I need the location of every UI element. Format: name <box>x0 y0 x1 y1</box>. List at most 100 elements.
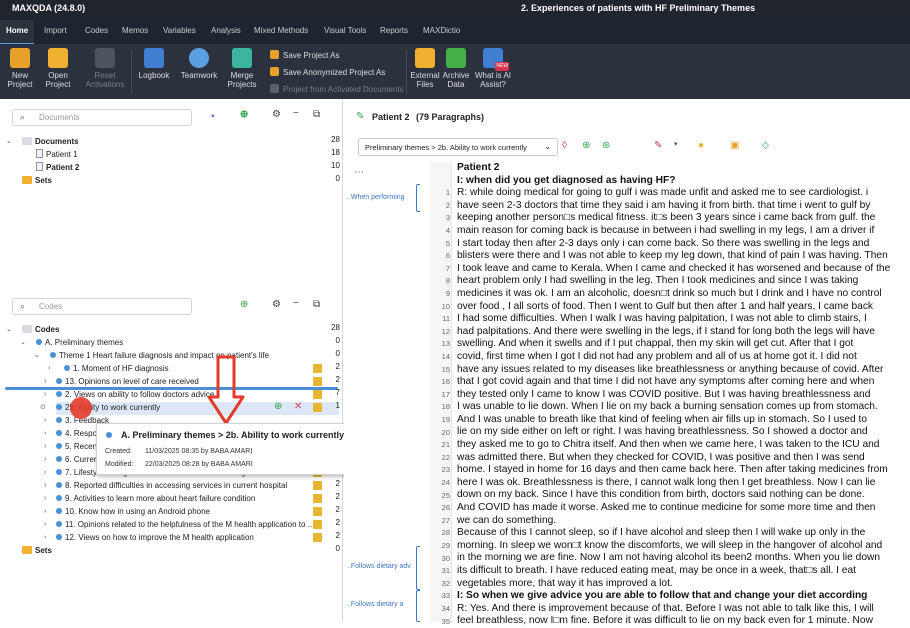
tab-memos[interactable]: Memos <box>122 26 148 35</box>
paragraph-line[interactable]: I: when did you get diagnosed as having … <box>457 175 910 188</box>
chevron-right-icon[interactable]: › <box>44 518 46 531</box>
segment-label[interactable]: ..Follows dietary a <box>347 601 403 608</box>
project-from-activated-button[interactable]: Project from Activated Documents <box>270 84 404 94</box>
add-document-icon[interactable]: ⊕ <box>240 109 248 120</box>
memo-icon[interactable] <box>313 364 322 373</box>
paragraph-line[interactable]: Patient 2 <box>457 162 910 175</box>
paragraph-line[interactable]: Because of this I cannot sleep, so if I … <box>457 527 910 540</box>
segment-label[interactable]: ..Follows dietary adv <box>347 563 411 570</box>
paragraph-line[interactable]: And COVID has made it worse. Asked me to… <box>457 502 910 515</box>
segment-bracket[interactable] <box>416 546 420 590</box>
tab-visual-tools[interactable]: Visual Tools <box>324 26 366 35</box>
chevron-right-icon[interactable]: › <box>44 492 46 505</box>
paragraph-line[interactable]: medicines it was ok. I am an alcoholic, … <box>457 288 910 301</box>
paragraph-line[interactable]: blisters were there and I was not able t… <box>457 250 910 263</box>
segment-label[interactable]: ..When performing <box>347 194 405 201</box>
memo-icon[interactable] <box>313 533 322 542</box>
new-project-button[interactable]: New Project <box>4 44 36 89</box>
paragraph-line[interactable]: covid, first time when I got I did not h… <box>457 351 910 364</box>
paragraph-line[interactable]: have any issues related to my diseases l… <box>457 364 910 377</box>
tab-home[interactable]: Home <box>0 20 35 45</box>
paragraph-line[interactable]: main reason for coming back is because i… <box>457 225 910 238</box>
reset-activations-button[interactable]: Reset Activations <box>82 44 128 89</box>
delete-icon[interactable]: ✕ <box>294 401 302 412</box>
code-add-icon[interactable]: ⊕ <box>582 140 590 151</box>
save-project-as-button[interactable]: Save Project As <box>270 50 339 60</box>
paragraph-line[interactable]: here I was ok. Breathlessness is there, … <box>457 477 910 490</box>
memo-icon[interactable] <box>313 507 322 516</box>
tab-mixed-methods[interactable]: Mixed Methods <box>254 26 308 35</box>
paragraph-line[interactable]: I was unable to lie down. When I lie on … <box>457 401 910 414</box>
chevron-right-icon[interactable]: › <box>44 427 46 440</box>
paragraph-line[interactable]: heart problem only I had swelling in the… <box>457 275 910 288</box>
memo-add-icon[interactable]: ▣ <box>730 140 739 151</box>
highlight-icon[interactable]: ✎ <box>654 140 662 151</box>
add-code-icon[interactable]: ⊕ <box>240 299 248 310</box>
add-subcode-icon[interactable]: ⊕ <box>274 401 282 412</box>
gear-icon[interactable]: ⚙ <box>272 299 281 310</box>
paragraph-line[interactable]: over food , I all sorts of food. Then I … <box>457 301 910 314</box>
memo-icon[interactable] <box>313 520 322 529</box>
paragraph-line[interactable]: they tested only I came to know I was CO… <box>457 389 910 402</box>
chevron-right-icon[interactable]: ⊙ <box>40 401 46 414</box>
paragraph-line[interactable]: had palpitations. And there were swellin… <box>457 326 910 339</box>
external-files-button[interactable]: External Files <box>410 44 440 89</box>
chevron-right-icon[interactable]: › <box>44 505 46 518</box>
chevron-right-icon[interactable]: › <box>44 466 46 479</box>
chevron-down-icon[interactable]: ⌄ <box>6 135 12 148</box>
paragraph-line[interactable]: keeping another person□s medical fitness… <box>457 212 910 225</box>
emoji-icon[interactable]: ● <box>698 140 704 151</box>
tag-icon[interactable]: ⬦ <box>762 140 769 151</box>
chevron-down-icon[interactable]: ⌄ <box>34 349 40 362</box>
memo-icon[interactable] <box>313 494 322 503</box>
chevron-right-icon[interactable]: › <box>44 414 46 427</box>
memo-icon[interactable] <box>313 390 322 399</box>
paragraph-line[interactable]: have seen 2-3 doctors that time they sai… <box>457 200 910 213</box>
tab-import[interactable]: Import <box>44 26 67 35</box>
tab-codes[interactable]: Codes <box>85 26 108 35</box>
paragraph-line[interactable]: And I was unable to breath like that kin… <box>457 414 910 427</box>
paragraph-line[interactable]: I took leave and came to Kerala. When I … <box>457 263 910 276</box>
logbook-button[interactable]: Logbook <box>136 44 172 80</box>
code-select[interactable]: Preliminary themes > 2b. Ability to work… <box>358 138 558 156</box>
chevron-right-icon[interactable]: › <box>44 531 46 544</box>
segment-bracket[interactable] <box>416 590 420 622</box>
chevron-down-icon[interactable]: ⌄ <box>6 323 12 336</box>
paragraph-line[interactable]: that I got covid again and that time I d… <box>457 376 910 389</box>
paragraph-line[interactable]: vegetables more, that way it has improve… <box>457 578 910 591</box>
code-multi-icon[interactable]: ⊛ <box>602 140 610 151</box>
chevron-right-icon[interactable]: › <box>44 453 46 466</box>
chevron-right-icon[interactable]: › <box>44 388 46 401</box>
chevron-right-icon[interactable]: › <box>44 375 46 388</box>
tab-maxdictio[interactable]: MAXDictio <box>423 26 460 35</box>
paragraph-line[interactable]: I: So when we give advice you are able t… <box>457 590 910 603</box>
paragraph-line[interactable]: lie on my side either on left or right. … <box>457 426 910 439</box>
chevron-right-icon[interactable]: › <box>44 479 46 492</box>
undock-icon[interactable]: ⧉ <box>313 109 320 120</box>
tab-reports[interactable]: Reports <box>380 26 408 35</box>
paragraph-line[interactable]: I had some difficulties. When I walk I w… <box>457 313 910 326</box>
paragraph-line[interactable]: I start today then after 2-3 days only i… <box>457 238 910 251</box>
paragraph-line[interactable]: down on my back. Since I have this condi… <box>457 489 910 502</box>
codes-search-input[interactable]: ⌕ Codes <box>12 298 192 315</box>
paragraph-line[interactable]: morning. In sleep we won□t know the disc… <box>457 540 910 553</box>
tab-analysis[interactable]: Analysis <box>211 26 241 35</box>
paragraph-line[interactable]: R: while doing medical for going to gulf… <box>457 187 910 200</box>
paragraph-line[interactable]: in the morning we are fine. Now I am not… <box>457 552 910 565</box>
paragraph-line[interactable]: R: Yes. And there is improvement because… <box>457 603 910 616</box>
paragraph-line[interactable]: they asked me to go to Chitra itself. An… <box>457 439 910 452</box>
paragraph-line[interactable]: home. I stayed in home for 16 days and t… <box>457 464 910 477</box>
memo-icon[interactable] <box>313 481 322 490</box>
code-tag-icon[interactable]: ◊ <box>562 140 567 151</box>
chevron-right-icon[interactable]: › <box>44 440 46 453</box>
gear-icon[interactable]: ⚙ <box>272 109 281 120</box>
paragraph-line[interactable]: we can do something. <box>457 515 910 528</box>
minimize-icon[interactable]: − <box>293 108 299 119</box>
segment-bracket[interactable] <box>416 184 420 212</box>
chevron-right-icon[interactable]: › <box>48 362 50 375</box>
undock-icon[interactable]: ⧉ <box>313 299 320 310</box>
tab-variables[interactable]: Variables <box>163 26 196 35</box>
minimize-icon[interactable]: − <box>293 298 299 309</box>
what-is-ai-assist-button[interactable]: NEW What is AI Assist? <box>474 44 512 89</box>
dropdown-icon[interactable]: ▾ <box>674 140 678 148</box>
